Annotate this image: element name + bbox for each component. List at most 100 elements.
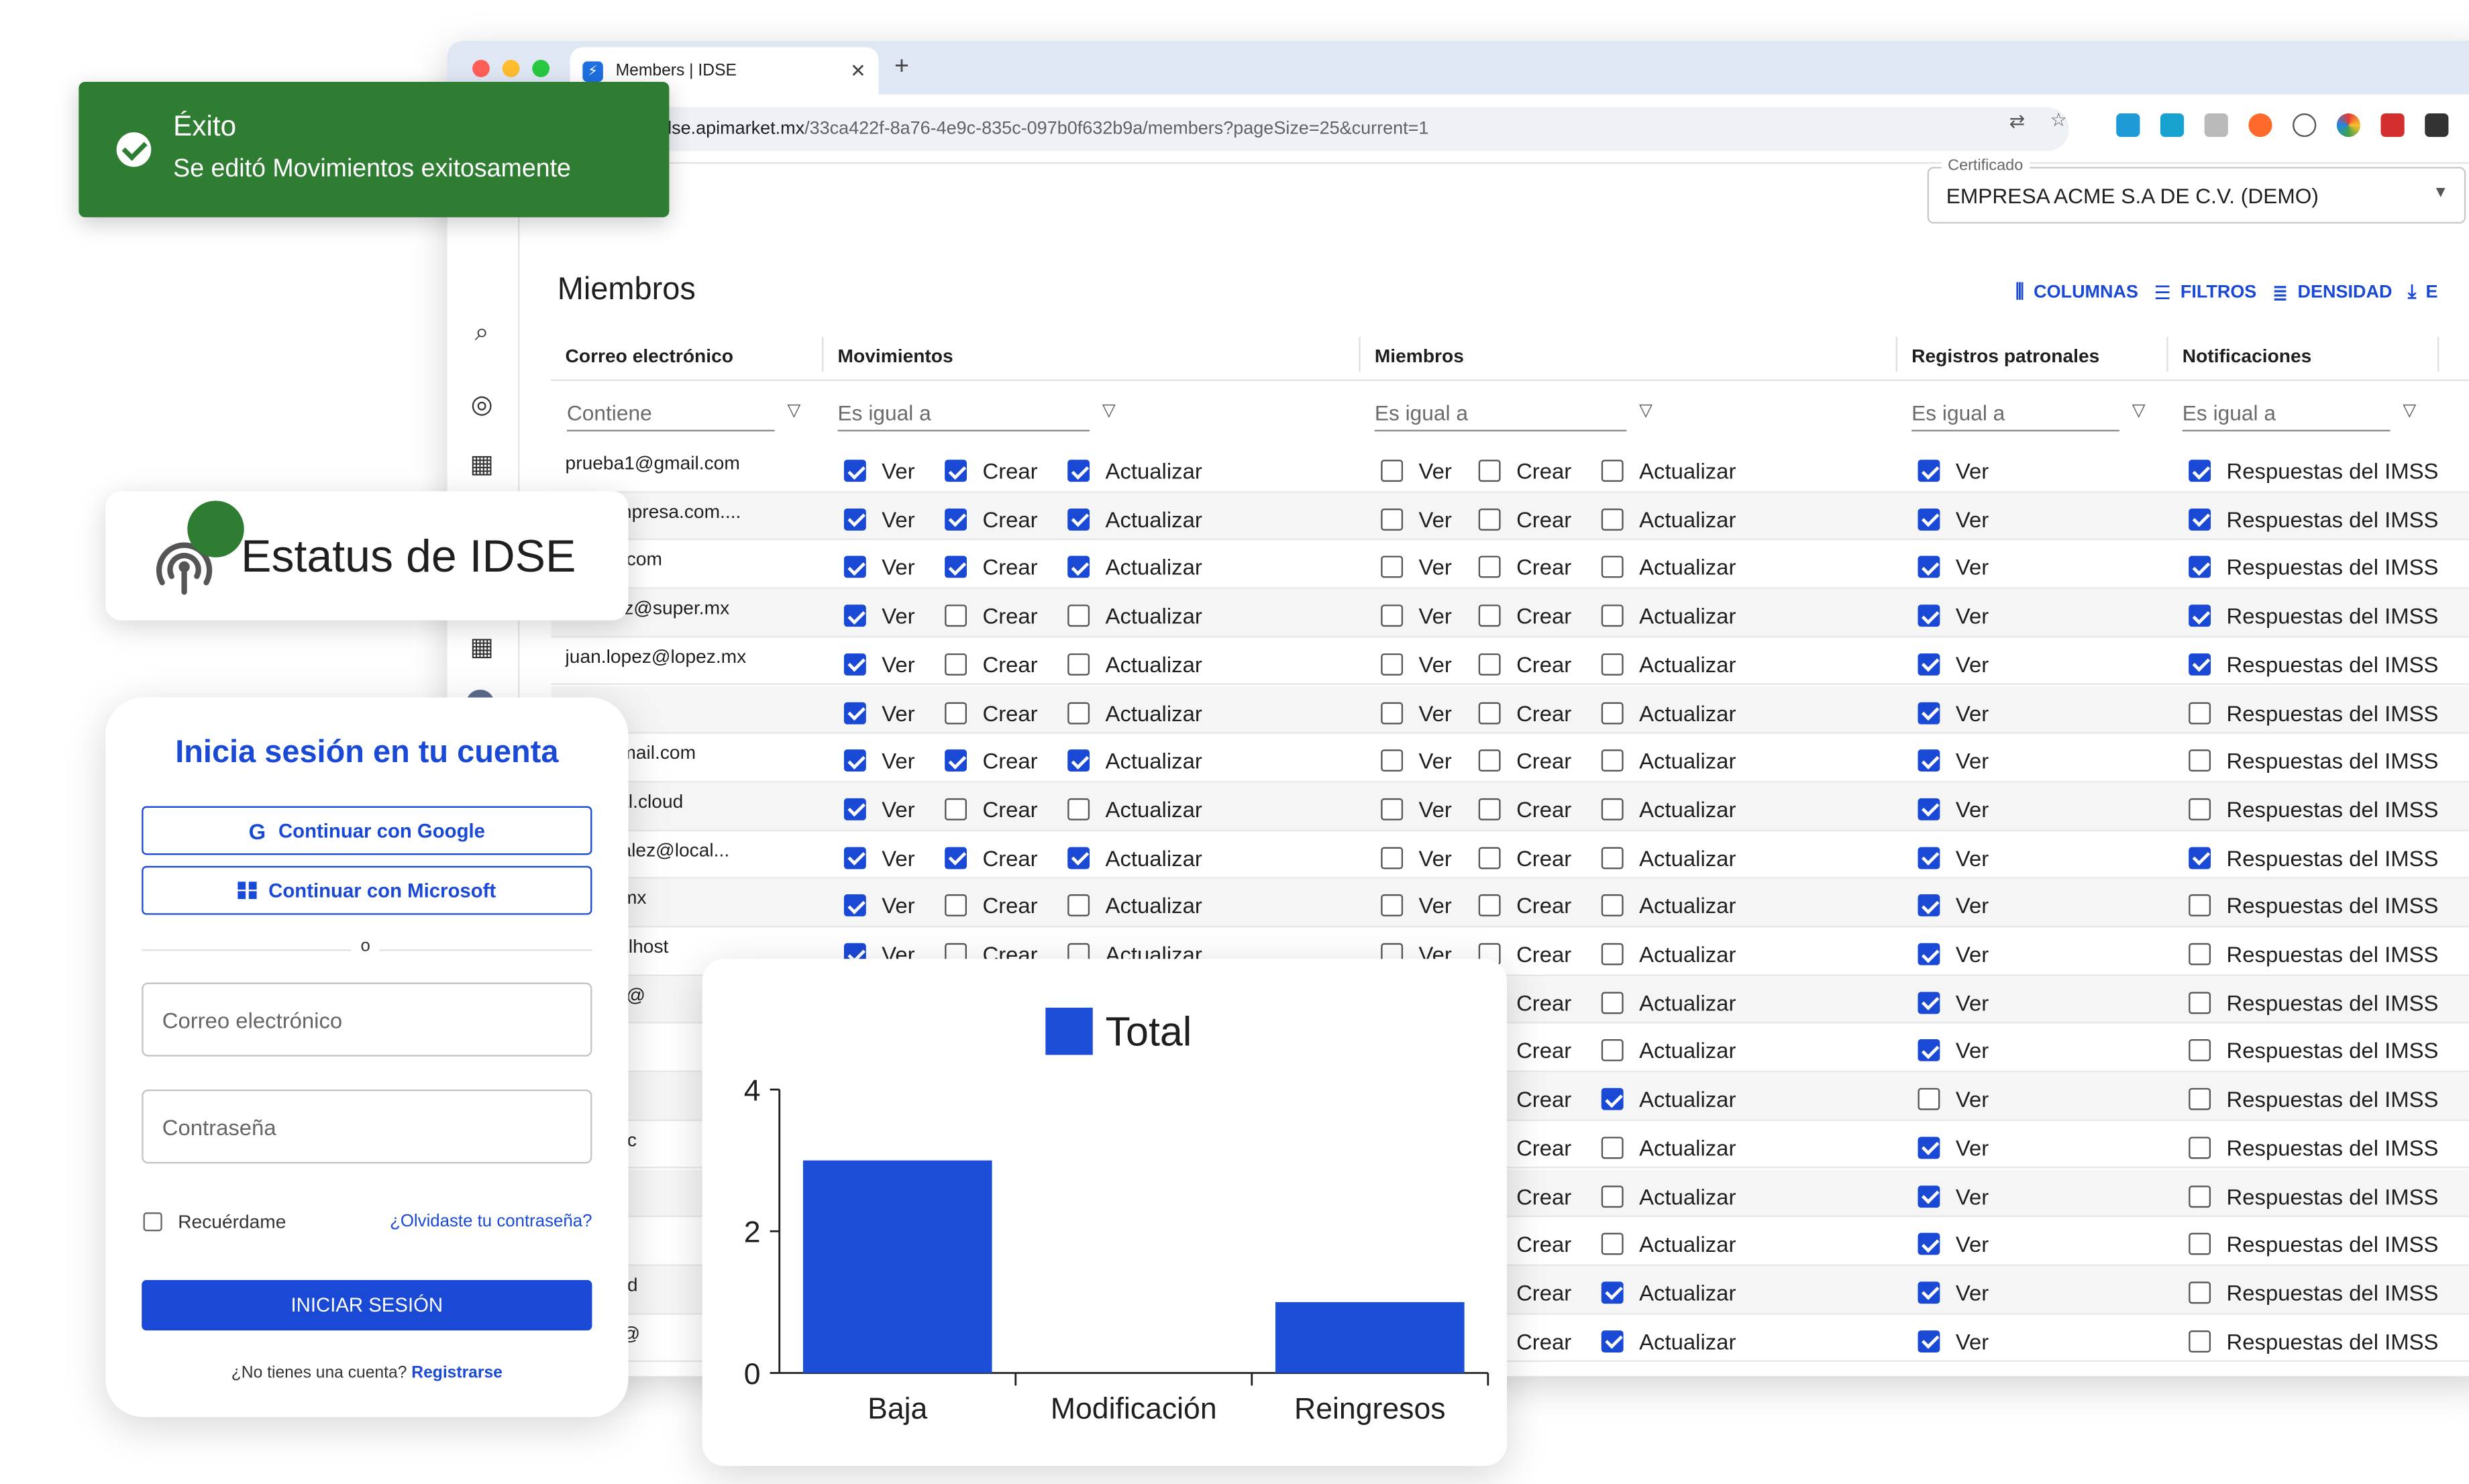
registros-ver-checkbox[interactable]: [1918, 749, 1940, 772]
notificaciones-respuestas-checkbox[interactable]: [2189, 991, 2211, 1014]
column-separator[interactable]: [1359, 337, 1361, 372]
notificaciones-respuestas-checkbox[interactable]: [2189, 1185, 2211, 1207]
movimientos-ver-checkbox[interactable]: [843, 460, 866, 482]
movimientos-crear-checkbox[interactable]: [945, 894, 967, 917]
miembros-actualizar-checkbox[interactable]: [1601, 1233, 1624, 1255]
notificaciones-respuestas-checkbox[interactable]: [2189, 1330, 2211, 1353]
table-row[interactable]: a2@empresa.com.... Ver Crear Actualizar Ver C…: [551, 492, 2469, 541]
miembros-crear-checkbox[interactable]: [1478, 749, 1501, 772]
filters-button[interactable]: ☰ FILTROS: [2154, 281, 2257, 303]
extension-dark-icon[interactable]: [2425, 113, 2449, 138]
extension-pdf-icon[interactable]: [2380, 113, 2405, 138]
login-submit-button[interactable]: INICIAR SESIÓN: [142, 1280, 592, 1331]
notificaciones-respuestas-checkbox[interactable]: [2189, 1233, 2211, 1255]
miembros-ver-checkbox[interactable]: [1381, 604, 1404, 627]
movimientos-ver-checkbox[interactable]: [843, 798, 866, 820]
notificaciones-respuestas-checkbox[interactable]: [2189, 604, 2211, 627]
column-header-miembros[interactable]: Miembros: [1375, 345, 1464, 367]
notificaciones-respuestas-checkbox[interactable]: [2189, 749, 2211, 772]
minimize-window-button[interactable]: [502, 60, 520, 77]
miembros-crear-checkbox[interactable]: [1478, 894, 1501, 917]
table-row[interactable]: @gob.mxVerCrearActualizarVerCrearActuali…: [551, 879, 2469, 928]
extension-s-icon[interactable]: [2160, 113, 2185, 138]
miembros-crear-checkbox[interactable]: [1478, 508, 1501, 531]
movimientos-actualizar-checkbox[interactable]: [1067, 749, 1090, 772]
miembros-ver-checkbox[interactable]: [1381, 846, 1404, 869]
column-separator[interactable]: [2437, 337, 2439, 372]
certificate-select[interactable]: Certificado EMPRESA ACME S.A DE C.V. (DE…: [1927, 157, 2466, 224]
miembros-actualizar-checkbox[interactable]: [1601, 894, 1624, 917]
close-window-button[interactable]: [472, 60, 490, 77]
movimientos-crear-checkbox[interactable]: [945, 653, 967, 676]
movimientos-actualizar-checkbox[interactable]: [1067, 460, 1090, 482]
radar-icon[interactable]: ◎: [466, 390, 498, 422]
columns-button[interactable]: ⫼ COLUMNAS: [2015, 280, 2138, 304]
movimientos-actualizar-checkbox[interactable]: [1067, 701, 1090, 724]
movimientos-actualizar-checkbox[interactable]: [1067, 604, 1090, 627]
registros-ver-checkbox[interactable]: [1918, 508, 1940, 531]
miembros-ver-checkbox[interactable]: [1381, 556, 1404, 579]
miembros-crear-checkbox[interactable]: [1478, 701, 1501, 724]
notificaciones-respuestas-checkbox[interactable]: [2189, 556, 2211, 579]
movimientos-crear-checkbox[interactable]: [945, 508, 967, 531]
movimientos-crear-checkbox[interactable]: [945, 749, 967, 772]
movimientos-crear-checkbox[interactable]: [945, 556, 967, 579]
column-header-notificaciones[interactable]: Notificaciones: [2183, 345, 2312, 367]
password-field[interactable]: Contraseña: [142, 1090, 592, 1164]
miembros-actualizar-checkbox[interactable]: [1601, 1039, 1624, 1062]
movimientos-actualizar-checkbox[interactable]: [1067, 653, 1090, 676]
registros-ver-checkbox[interactable]: [1918, 1185, 1940, 1207]
movimientos-crear-checkbox[interactable]: [945, 846, 967, 869]
close-tab-icon[interactable]: ✕: [850, 60, 866, 82]
miembros-actualizar-checkbox[interactable]: [1601, 556, 1624, 579]
registros-ver-checkbox[interactable]: [1918, 1281, 1940, 1304]
movimientos-ver-checkbox[interactable]: [843, 508, 866, 531]
notificaciones-respuestas-checkbox[interactable]: [2189, 943, 2211, 965]
registros-ver-checkbox[interactable]: [1918, 1136, 1940, 1159]
registros-ver-checkbox[interactable]: [1918, 894, 1940, 917]
miembros-ver-checkbox[interactable]: [1381, 508, 1404, 531]
building-icon[interactable]: ▦: [466, 450, 498, 482]
miembros-ver-checkbox[interactable]: [1381, 460, 1404, 482]
miembros-actualizar-checkbox[interactable]: [1601, 1185, 1624, 1207]
notificaciones-respuestas-checkbox[interactable]: [2189, 846, 2211, 869]
miembros-ver-checkbox[interactable]: [1381, 653, 1404, 676]
table-row[interactable]: pi0@gmail.com Ver Crear Actualizar Ver Crear A…: [551, 734, 2469, 783]
miembros-actualizar-checkbox[interactable]: [1601, 653, 1624, 676]
miembros-actualizar-checkbox[interactable]: [1601, 701, 1624, 724]
registros-ver-checkbox[interactable]: [1918, 653, 1940, 676]
miembros-actualizar-checkbox[interactable]: [1601, 1281, 1624, 1304]
export-button[interactable]: ⤓ E: [2408, 280, 2438, 304]
email-field[interactable]: Correo electrónico: [142, 982, 592, 1057]
movimientos-ver-checkbox[interactable]: [843, 701, 866, 724]
miembros-actualizar-checkbox[interactable]: [1601, 846, 1624, 869]
registros-ver-checkbox[interactable]: [1918, 1233, 1940, 1255]
miembros-ver-checkbox[interactable]: [1381, 798, 1404, 820]
notificaciones-filter-input[interactable]: Es igual a: [2182, 396, 2391, 432]
density-button[interactable]: ≣ DENSIDAD: [2272, 281, 2393, 303]
movimientos-actualizar-checkbox[interactable]: [1067, 508, 1090, 531]
column-header-email[interactable]: Correo electrónico: [566, 345, 733, 367]
table-row[interactable]: prueba1@gmail.com Ver Crear Actualizar Ver Cr…: [551, 444, 2469, 492]
miembros-actualizar-checkbox[interactable]: [1601, 991, 1624, 1014]
movimientos-actualizar-checkbox[interactable]: [1067, 798, 1090, 820]
notificaciones-respuestas-checkbox[interactable]: [2189, 460, 2211, 482]
movimientos-crear-checkbox[interactable]: [945, 460, 967, 482]
column-separator[interactable]: [2166, 337, 2168, 372]
filter-funnel-icon[interactable]: ▽: [2403, 400, 2416, 420]
column-header-movimientos[interactable]: Movimientos: [838, 345, 953, 367]
miembros-actualizar-checkbox[interactable]: [1601, 749, 1624, 772]
movimientos-ver-checkbox[interactable]: [843, 846, 866, 869]
movimientos-actualizar-checkbox[interactable]: [1067, 846, 1090, 869]
miembros-actualizar-checkbox[interactable]: [1601, 460, 1624, 482]
registros-ver-checkbox[interactable]: [1918, 556, 1940, 579]
microsoft-signin-button[interactable]: Continuar con Microsoft: [142, 865, 592, 915]
registros-ver-checkbox[interactable]: [1918, 1088, 1940, 1110]
registros-ver-checkbox[interactable]: [1918, 701, 1940, 724]
extension-face-icon[interactable]: [2293, 113, 2317, 138]
movimientos-crear-checkbox[interactable]: [945, 604, 967, 627]
notificaciones-respuestas-checkbox[interactable]: [2189, 1088, 2211, 1110]
new-tab-icon[interactable]: +: [894, 54, 909, 82]
registros-ver-checkbox[interactable]: [1918, 943, 1940, 965]
miembros-crear-checkbox[interactable]: [1478, 798, 1501, 820]
